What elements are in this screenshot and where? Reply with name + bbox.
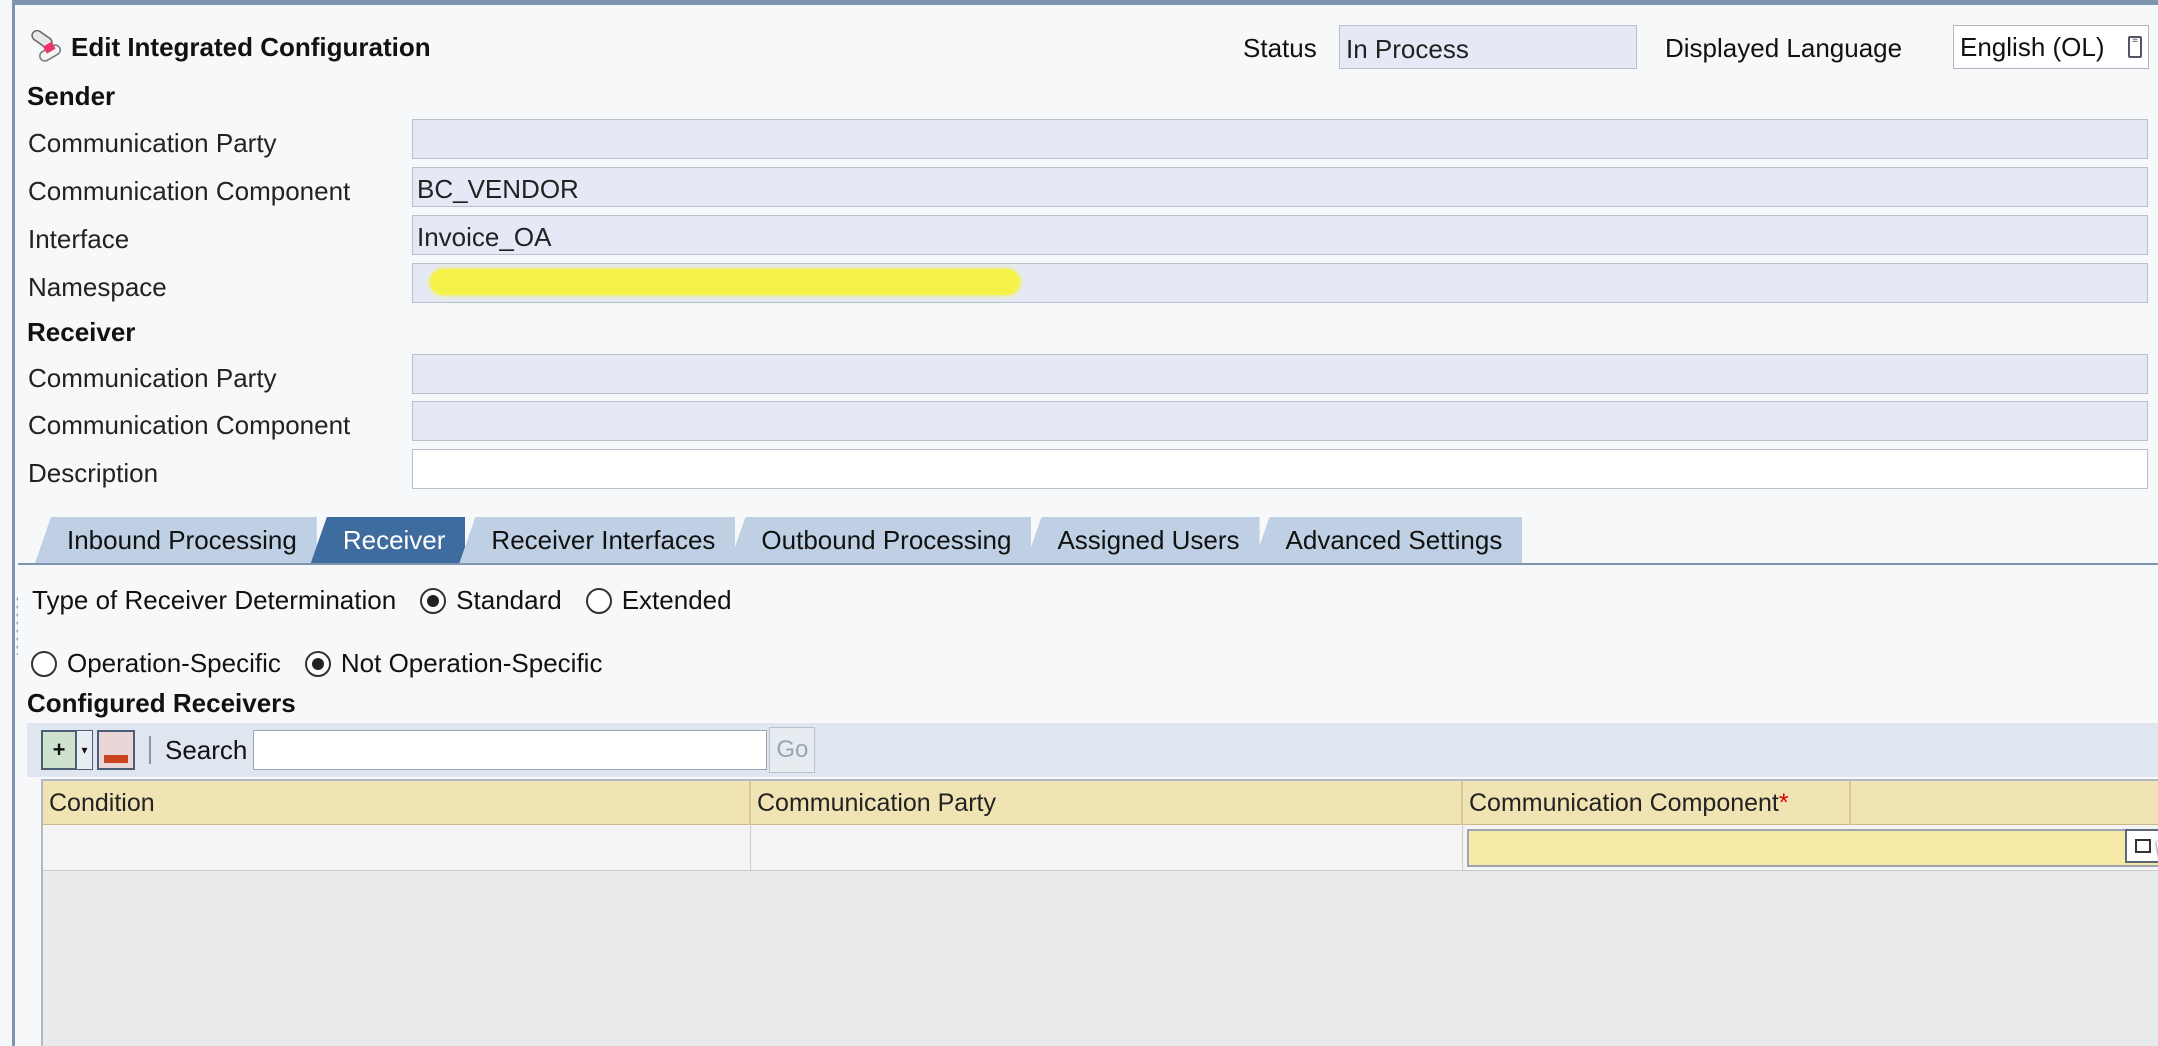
determination-label: Type of Receiver Determination xyxy=(32,585,397,615)
operation-specific-radio[interactable] xyxy=(31,650,57,677)
receiver-component-field[interactable] xyxy=(412,401,2148,441)
configured-receivers-table: Condition Communication Party Communicat… xyxy=(41,779,2158,1046)
page-title: Edit Integrated Configuration xyxy=(71,31,431,62)
toolbar-separator xyxy=(149,736,151,764)
column-header-component[interactable]: Communication Component* xyxy=(1463,781,1851,825)
tab-receiver-interfaces[interactable]: Receiver Interfaces xyxy=(459,517,736,563)
receiver-party-label: Communication Party xyxy=(28,363,277,393)
tab-receiver[interactable]: Receiver xyxy=(310,517,466,563)
required-marker: * xyxy=(1778,789,1789,817)
search-label: Search xyxy=(165,734,248,765)
sender-heading: Sender xyxy=(27,81,116,111)
table-row xyxy=(43,825,2158,871)
sender-party-label: Communication Party xyxy=(28,128,277,158)
component-input[interactable] xyxy=(1467,829,2158,867)
description-label: Description xyxy=(28,458,159,488)
determination-row: Type of Receiver Determination Standard … xyxy=(32,585,732,616)
sender-component-label: Communication Component xyxy=(28,176,351,206)
tab-strip: Inbound Processing Receiver Receiver Int… xyxy=(35,517,1523,563)
extended-label: Extended xyxy=(621,585,732,615)
not-operation-specific-radio[interactable] xyxy=(304,650,331,677)
status-label: Status xyxy=(1243,33,1317,63)
delete-row-icon[interactable] xyxy=(97,730,135,770)
editor-frame: Edit Integrated Configuration Status In … xyxy=(12,0,2158,1046)
sender-namespace-label: Namespace xyxy=(28,272,167,302)
go-button[interactable]: Go xyxy=(769,727,816,773)
not-operation-specific-label: Not Operation-Specific xyxy=(340,648,603,678)
sender-component-field[interactable]: BC_VENDOR xyxy=(412,167,2148,207)
column-header-filler xyxy=(1851,781,2158,825)
configured-receivers-heading: Configured Receivers xyxy=(27,688,296,718)
status-field: In Process xyxy=(1339,25,1637,69)
receivers-toolbar: + ▾ Search Go xyxy=(27,723,2158,777)
standard-label: Standard xyxy=(456,585,562,615)
language-select[interactable]: English (OL) ≡ xyxy=(1953,25,2149,69)
sender-party-field[interactable] xyxy=(412,119,2148,159)
sender-interface-label: Interface xyxy=(28,224,130,254)
extended-radio[interactable] xyxy=(585,587,612,614)
table-header: Condition Communication Party Communicat… xyxy=(43,781,2158,825)
search-input[interactable] xyxy=(253,730,768,770)
receiver-heading: Receiver xyxy=(27,317,136,347)
redaction-highlight xyxy=(430,269,1020,295)
language-value: English (OL) xyxy=(1960,31,2105,62)
add-row-dropdown-icon[interactable]: ▾ xyxy=(77,730,93,770)
add-row-icon[interactable]: + xyxy=(41,730,77,770)
sender-interface-field[interactable]: Invoice_OA xyxy=(412,215,2148,255)
column-header-component-label: Communication Component xyxy=(1469,789,1779,817)
operation-specific-label: Operation-Specific xyxy=(67,648,281,678)
configuration-pills-icon xyxy=(31,30,61,62)
tab-inbound-processing[interactable]: Inbound Processing xyxy=(35,517,317,563)
component-cell[interactable] xyxy=(1463,825,2158,871)
title-row: Edit Integrated Configuration xyxy=(27,27,431,67)
tab-outbound-processing[interactable]: Outbound Processing xyxy=(729,517,1032,563)
condition-cell[interactable] xyxy=(43,825,751,871)
dropdown-icon[interactable]: ≡ xyxy=(2128,36,2142,58)
tab-assigned-users[interactable]: Assigned Users xyxy=(1025,517,1260,563)
standard-radio[interactable] xyxy=(420,587,447,614)
receiver-component-label: Communication Component xyxy=(28,410,351,440)
language-label: Displayed Language xyxy=(1665,33,1903,63)
receiver-party-field[interactable] xyxy=(412,354,2148,394)
description-field[interactable] xyxy=(412,449,2148,489)
operation-row: Operation-Specific Not Operation-Specifi… xyxy=(31,648,602,679)
tab-advanced-settings[interactable]: Advanced Settings xyxy=(1253,517,1523,563)
column-header-party[interactable]: Communication Party xyxy=(751,781,1463,825)
column-header-condition[interactable]: Condition xyxy=(43,781,751,825)
party-cell[interactable] xyxy=(751,825,1463,871)
